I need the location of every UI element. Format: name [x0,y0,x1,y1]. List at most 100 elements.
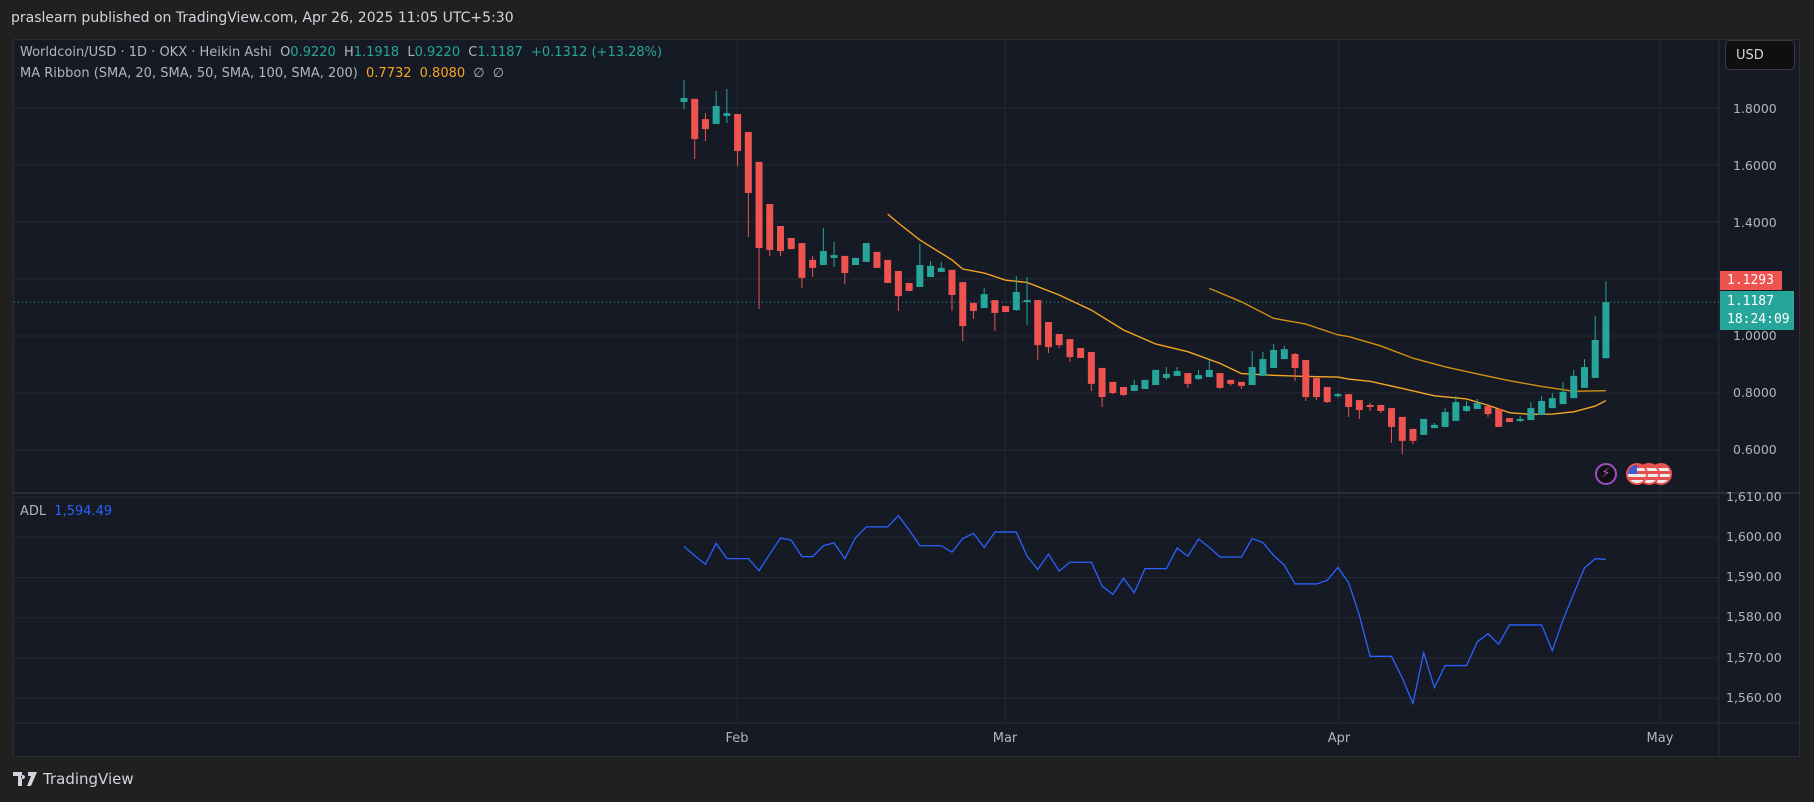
time-tick-may: May [1646,731,1674,746]
sma50-value: 0.8080 [419,66,466,81]
candle-up [1130,385,1138,392]
price-tick: 1.8000 [1733,101,1777,116]
adl-legend: ADL 1,594.49 [20,504,116,519]
candle-down [1087,351,1095,384]
candle-up [1580,367,1588,388]
currency-button[interactable]: USD [1725,40,1795,70]
candle-up [830,255,838,258]
candle-up [1248,367,1256,386]
candle-down [969,302,977,311]
candle-down [1377,404,1385,411]
candle-down [766,204,774,250]
candle-down [1055,334,1063,346]
open-value: 0.9220 [290,45,336,60]
candle-down [787,237,795,250]
candle-up [937,267,945,272]
price-tick: 1.4000 [1733,215,1777,230]
candle-down [734,113,742,152]
adl-line [683,514,1606,706]
symbol-title[interactable]: Worldcoin/USD · 1D · OKX · Heikin Ashi [20,45,272,60]
candle-up [862,243,870,262]
candle-up [852,257,860,266]
candle-down [755,161,763,248]
adl-tick: 1,590.00 [1726,569,1782,584]
candle-up [1141,379,1149,390]
candle-down [991,300,999,313]
candle-down [1109,381,1117,393]
candle-down [1044,322,1052,348]
candle-down [905,282,913,291]
low-label: L [407,45,415,60]
last-price: 1.1187 [1727,294,1774,309]
candle-down [1216,373,1224,388]
sma20-line [887,213,1607,416]
close-label: C [468,45,478,60]
candle-down [1120,387,1128,395]
tradingview-logo[interactable]: TradingView [13,770,134,788]
bar-countdown: 18:24:09 [1727,312,1790,327]
candle-up [1430,424,1438,429]
candle-up [916,265,924,287]
candle-down [959,282,967,327]
ma-ribbon-legend: MA Ribbon (SMA, 20, SMA, 50, SMA, 100, S… [20,66,508,81]
candle-up [927,265,935,278]
candle-down [1323,387,1331,403]
low-value: 0.9220 [414,45,461,60]
candle-down [873,251,881,268]
sma20-value: 0.7732 [366,66,412,81]
candle-down [1098,367,1106,397]
candle-up [1280,349,1288,360]
price-tick: 1.0000 [1733,328,1777,343]
candle-up [1162,373,1170,378]
symbol-legend: Worldcoin/USD · 1D · OKX · Heikin Ashi O… [20,45,666,60]
price-tick: 0.6000 [1733,442,1777,457]
candle-down [884,259,892,283]
candle-down [1034,300,1042,346]
candle-up [1173,371,1181,376]
candle-up [1591,339,1599,378]
candle-down [1002,306,1010,313]
candle-up [1570,375,1578,399]
adl-tick: 1,600.00 [1726,529,1782,544]
last-price-tag: 1.1187 18:24:09 [1720,291,1794,330]
candle-up [1195,375,1203,380]
candle-down [1066,339,1074,358]
candle-up [712,106,720,124]
candle-down [1484,406,1492,415]
candle-up [1270,349,1278,368]
candle-down [1495,408,1503,427]
sma200-value: ∅ [492,66,505,81]
candle-down [1312,377,1320,397]
candle-down [1398,416,1406,441]
lightning-event-icon[interactable]: ⚡ [1595,463,1617,485]
candle-down [1184,373,1192,384]
candle-up [680,98,688,103]
candle-down [1409,428,1417,441]
open-label: O [280,45,291,60]
candle-up [1420,418,1428,435]
candle-down [776,225,784,252]
tradingview-brand: TradingView [43,770,134,788]
adl-tick: 1,610.00 [1726,489,1782,504]
candle-down [1227,379,1235,384]
candle-up [1023,300,1031,303]
us-flag-event-icon[interactable] [1626,463,1648,485]
candle-up [1452,402,1460,421]
candle-up [1538,400,1546,415]
candle-up [1602,302,1610,359]
chart-canvas[interactable] [0,0,1814,802]
candle-down [948,269,956,295]
candle-down [701,119,709,130]
sma100-value: ∅ [473,66,485,81]
candle-up [1259,359,1267,376]
candle-down [1366,404,1374,407]
candle-up [980,294,988,309]
ma-ribbon-title[interactable]: MA Ribbon (SMA, 20, SMA, 50, SMA, 100, S… [20,66,358,81]
candle-up [1152,369,1160,386]
adl-label[interactable]: ADL [20,504,46,519]
time-tick-apr: Apr [1327,731,1351,746]
high-price-tag: 1.1293 [1720,271,1782,290]
candle-down [841,255,849,274]
time-tick-mar: Mar [992,731,1018,746]
high-label: H [343,45,354,60]
